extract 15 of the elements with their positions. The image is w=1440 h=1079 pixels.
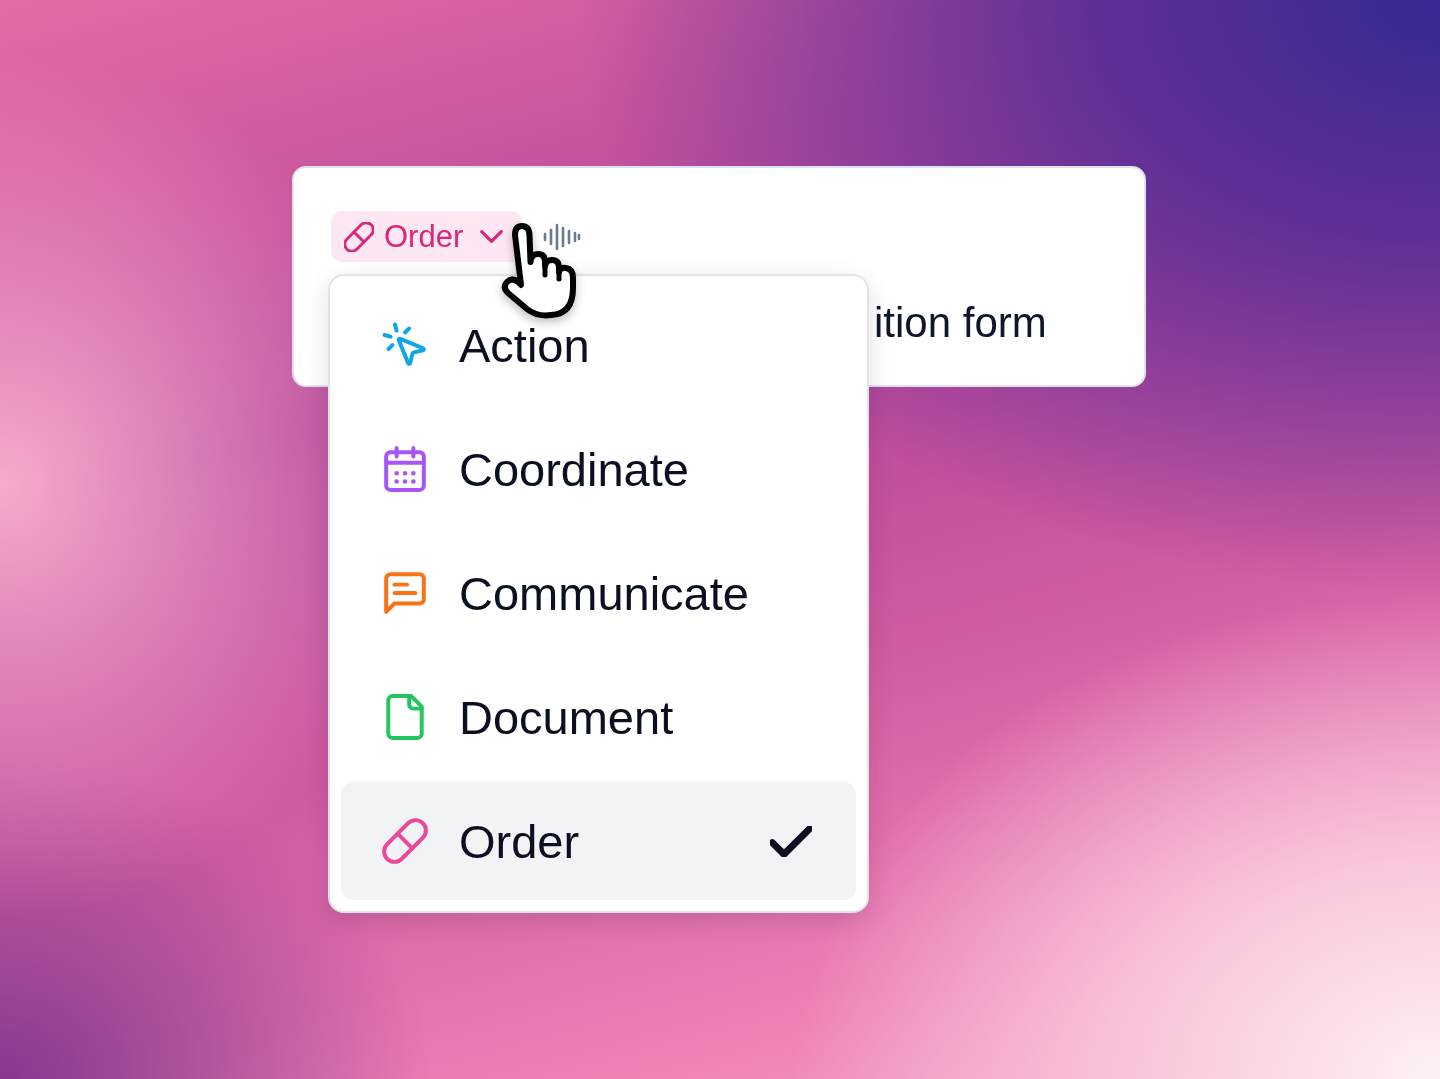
chat-bubble-icon xyxy=(382,570,428,616)
calendar-icon xyxy=(382,446,428,492)
form-title: ition form xyxy=(874,299,1047,346)
pill-icon xyxy=(382,818,428,864)
chevron-down-icon xyxy=(480,230,504,243)
menu-item[interactable]: Action xyxy=(341,286,856,404)
checkmark-icon xyxy=(770,825,812,857)
menu-item[interactable]: Document xyxy=(341,658,856,776)
pill-icon xyxy=(344,221,374,252)
cursor-click-icon xyxy=(382,322,428,368)
audio-wave-icon[interactable] xyxy=(543,222,582,251)
menu-item[interactable]: Coordinate xyxy=(341,410,856,528)
type-dropdown[interactable]: Order xyxy=(331,211,523,262)
menu-item[interactable]: Communicate xyxy=(341,534,856,652)
menu-item[interactable]: Order xyxy=(341,782,856,900)
